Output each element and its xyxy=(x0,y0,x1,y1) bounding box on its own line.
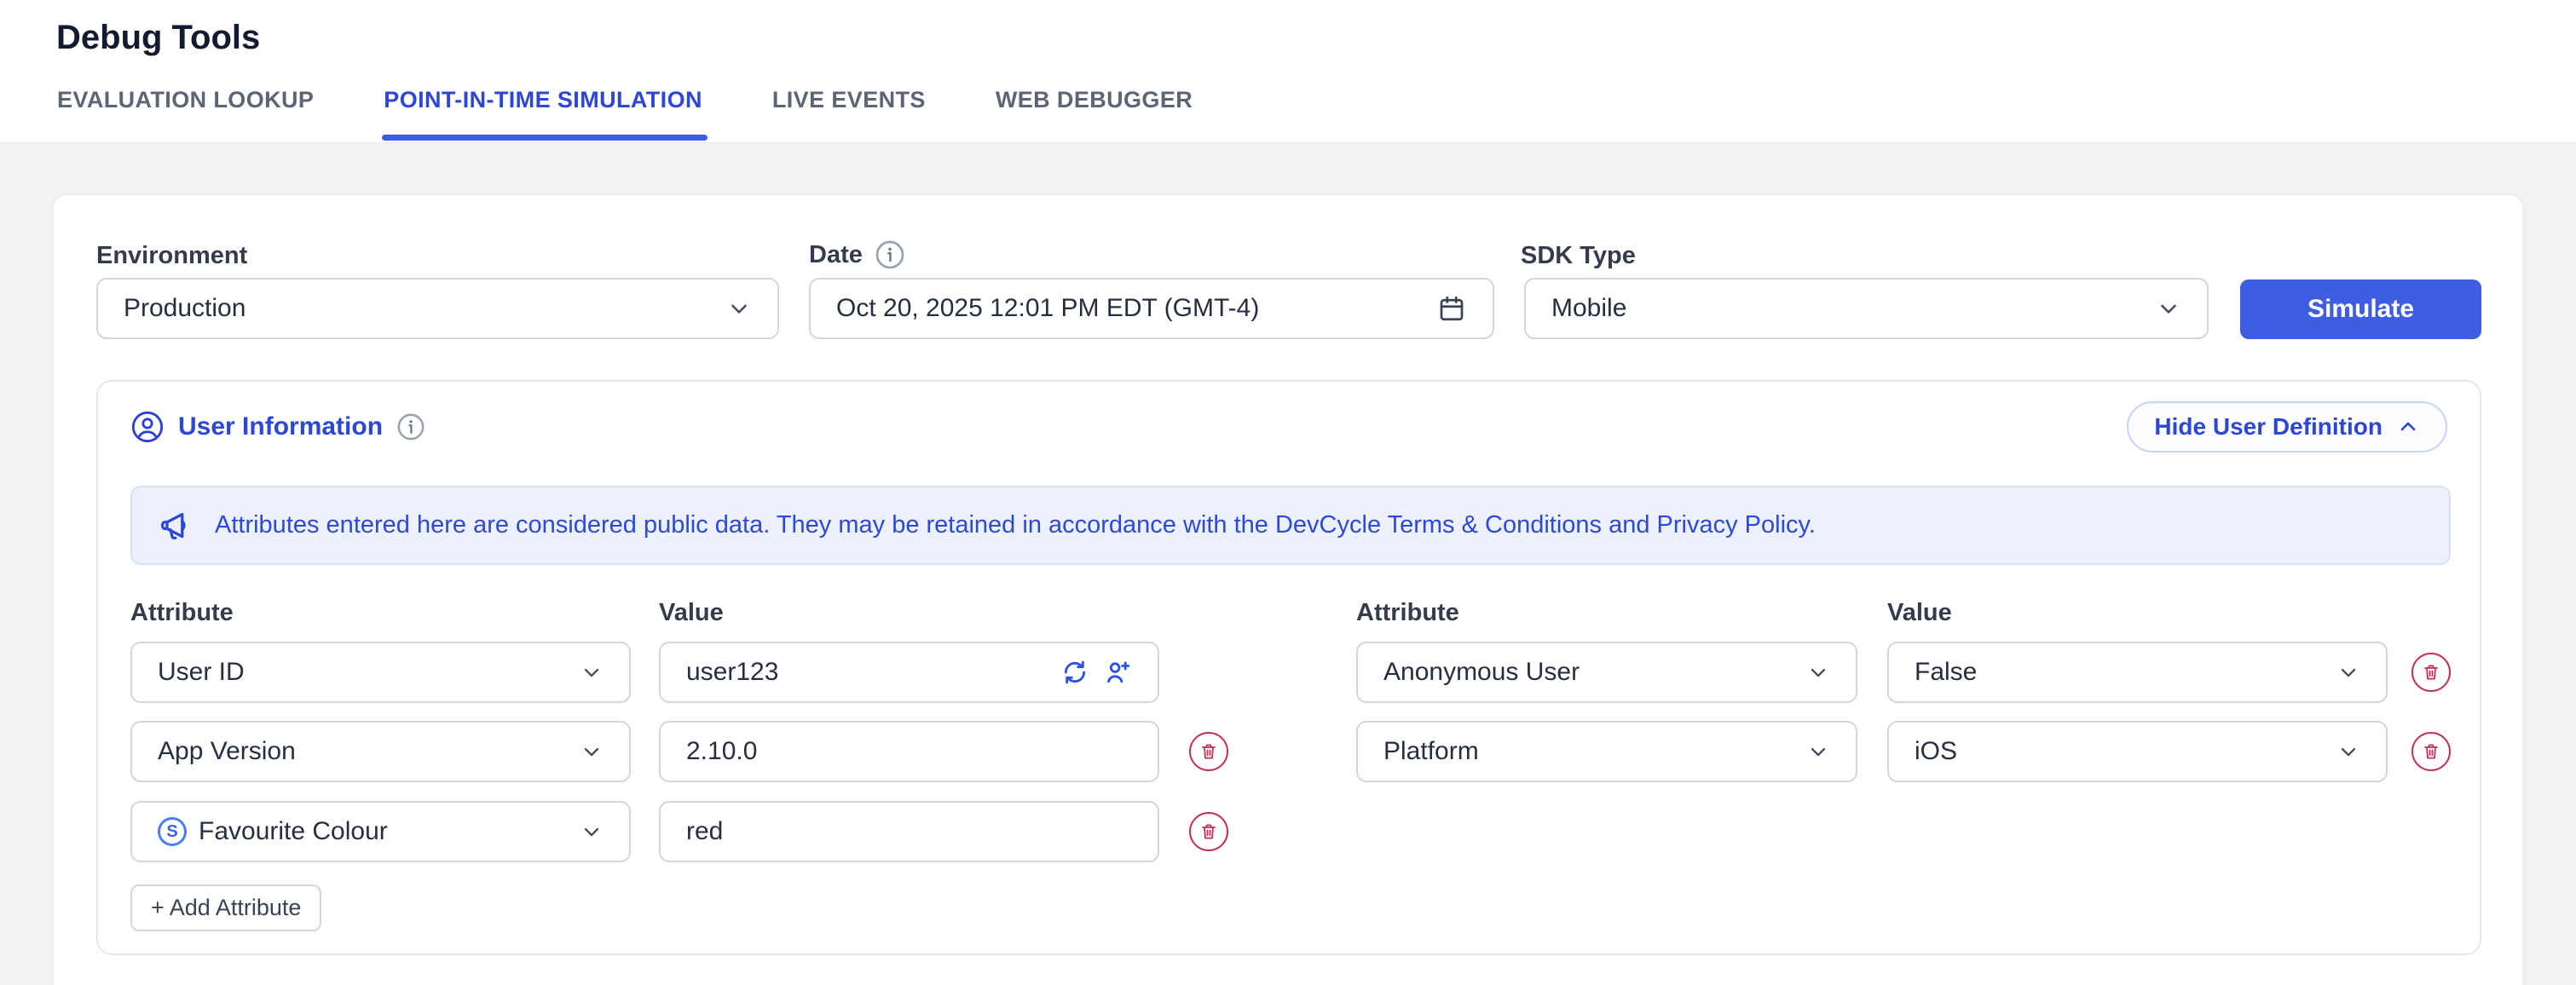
chevron-down-icon xyxy=(2156,296,2181,321)
user-circle-icon xyxy=(130,410,165,444)
page-header: Debug Tools EVALUATION LOOKUP POINT-IN-T… xyxy=(0,0,2576,143)
trash-icon xyxy=(2421,741,2441,762)
user-information-header: User Information xyxy=(130,401,425,452)
add-user-icon[interactable] xyxy=(1103,658,1132,687)
simulate-button[interactable]: Simulate xyxy=(2240,279,2481,339)
attribute-select-value: Favourite Colour xyxy=(199,817,580,846)
sdk-type-label: SDK Type xyxy=(1521,242,1636,270)
attribute-column-header-left: Attribute xyxy=(130,599,234,627)
environment-select[interactable]: Production xyxy=(96,278,779,339)
environment-select-value: Production xyxy=(124,294,726,323)
attribute-select-value: Anonymous User xyxy=(1383,658,1806,687)
date-label: Date xyxy=(809,239,905,270)
tab-evaluation-lookup[interactable]: EVALUATION LOOKUP xyxy=(57,87,314,141)
tab-point-in-time-simulation[interactable]: POINT-IN-TIME SIMULATION xyxy=(384,87,702,141)
chevron-down-icon xyxy=(580,820,604,844)
delete-attribute-button[interactable] xyxy=(2411,732,2451,771)
info-icon[interactable] xyxy=(396,412,425,441)
favourite-colour-value-input[interactable] xyxy=(686,817,1132,846)
refresh-icon[interactable] xyxy=(1060,658,1089,687)
chevron-down-icon xyxy=(726,296,752,321)
chevron-down-icon xyxy=(580,740,604,763)
value-column-header-left: Value xyxy=(659,599,724,627)
value-input-wrapper xyxy=(659,801,1159,862)
chevron-down-icon xyxy=(2336,660,2360,684)
attribute-column-header-right: Attribute xyxy=(1356,599,1459,627)
hide-user-definition-label: Hide User Definition xyxy=(2154,413,2383,441)
chevron-down-icon xyxy=(2336,740,2360,763)
attribute-select[interactable]: App Version xyxy=(130,721,631,782)
chevron-down-icon xyxy=(1806,740,1830,763)
value-select-value: False xyxy=(1915,658,2336,687)
megaphone-icon xyxy=(159,506,198,545)
environment-label: Environment xyxy=(96,242,247,270)
chevron-up-icon xyxy=(2396,415,2420,439)
attribute-select[interactable]: Anonymous User xyxy=(1356,642,1857,703)
tab-bar: EVALUATION LOOKUP POINT-IN-TIME SIMULATI… xyxy=(57,87,1193,141)
attribute-select-value: User ID xyxy=(158,658,580,687)
value-column-header-right: Value xyxy=(1887,599,1952,627)
chevron-down-icon xyxy=(1806,660,1830,684)
delete-attribute-button[interactable] xyxy=(2411,653,2451,692)
date-input[interactable]: Oct 20, 2025 12:01 PM EDT (GMT-4) xyxy=(809,278,1494,339)
string-type-badge: S xyxy=(158,817,187,846)
add-attribute-button[interactable]: + Add Attribute xyxy=(130,884,321,931)
page-title: Debug Tools xyxy=(56,19,260,57)
value-input-wrapper xyxy=(659,721,1159,782)
public-data-notice-banner: Attributes entered here are considered p… xyxy=(130,486,2451,565)
calendar-icon[interactable] xyxy=(1436,293,1467,324)
sdk-type-select[interactable]: Mobile xyxy=(1524,278,2209,339)
trash-icon xyxy=(2421,662,2441,683)
value-input-wrapper xyxy=(659,642,1159,703)
trash-icon xyxy=(1198,741,1219,762)
attribute-select-value: App Version xyxy=(158,737,580,766)
tab-live-events[interactable]: LIVE EVENTS xyxy=(772,87,926,141)
user-information-section: User Information Hide User Definition At… xyxy=(96,380,2481,955)
value-select[interactable]: iOS xyxy=(1887,721,2388,782)
user-id-value-input[interactable] xyxy=(686,658,1060,687)
debug-tools-page: Debug Tools EVALUATION LOOKUP POINT-IN-T… xyxy=(0,0,2576,985)
tab-web-debugger[interactable]: WEB DEBUGGER xyxy=(996,87,1193,141)
hide-user-definition-button[interactable]: Hide User Definition xyxy=(2127,401,2447,452)
attribute-select[interactable]: Platform xyxy=(1356,721,1857,782)
app-version-value-input[interactable] xyxy=(686,737,1132,766)
user-information-title: User Information xyxy=(178,412,383,441)
date-input-value: Oct 20, 2025 12:01 PM EDT (GMT-4) xyxy=(836,294,1436,323)
chevron-down-icon xyxy=(580,660,604,684)
sdk-type-select-value: Mobile xyxy=(1551,294,2156,323)
attribute-select-value: Platform xyxy=(1383,737,1806,766)
simulation-card: Environment Date SDK Type Production Oct… xyxy=(53,194,2523,985)
info-icon[interactable] xyxy=(875,239,905,270)
value-select[interactable]: False xyxy=(1887,642,2388,703)
trash-icon xyxy=(1198,821,1219,842)
attribute-select[interactable]: S Favourite Colour xyxy=(130,801,631,862)
delete-attribute-button[interactable] xyxy=(1189,732,1228,771)
value-select-value: iOS xyxy=(1915,737,2336,766)
delete-attribute-button[interactable] xyxy=(1189,812,1228,851)
public-data-notice-text: Attributes entered here are considered p… xyxy=(215,511,1816,539)
attribute-select[interactable]: User ID xyxy=(130,642,631,703)
